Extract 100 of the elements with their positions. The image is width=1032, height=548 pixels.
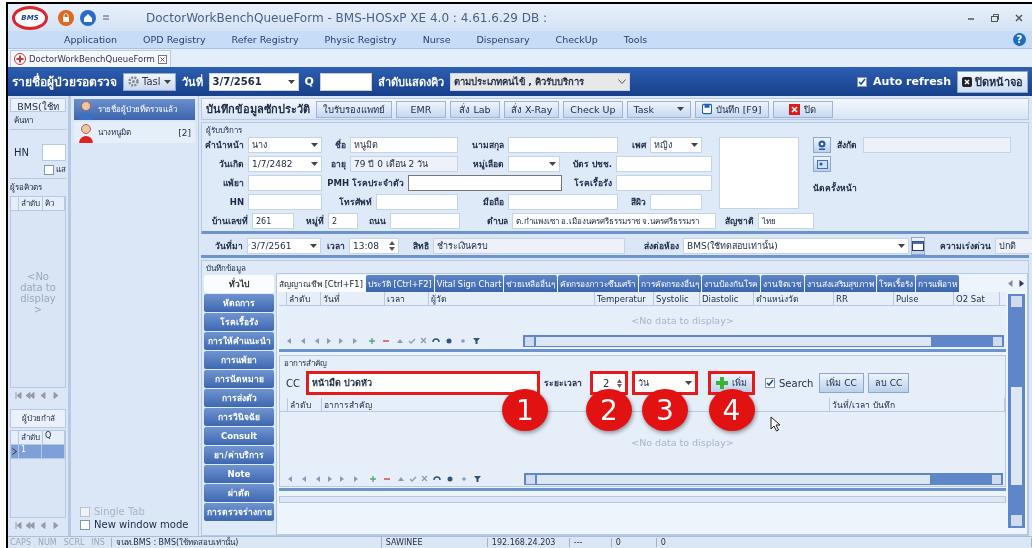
toolbar-button[interactable]: EMR <box>396 100 446 118</box>
readonly-field[interactable]: 79 ปี 0 เดือน 2 วัน <box>350 156 458 172</box>
side-tab[interactable]: การนัดหมาย <box>204 370 274 388</box>
camera-button[interactable] <box>813 137 831 153</box>
panel-title: BMS(ใช้ท <box>10 98 66 112</box>
patient-list-item[interactable]: รายชื่อผู้ป่วยที่ตรวจแล้ว <box>74 99 195 120</box>
horizontal-scrollbar[interactable] <box>524 473 1003 485</box>
menu-item[interactable]: Physic Registry <box>324 34 397 45</box>
tab[interactable]: สัญญาณชีพ [Ctrl+F1] <box>277 275 365 292</box>
readonly-field[interactable]: ปกติ <box>995 237 1032 254</box>
dropdown-field[interactable]: หญิง <box>650 137 702 153</box>
close-icon[interactable] <box>157 54 167 64</box>
tab[interactable]: โรคเรื้อรัง <box>877 275 916 292</box>
toolbar-button[interactable]: ใบรับรองแพทย์ <box>316 100 392 118</box>
close-icon[interactable] <box>1014 12 1024 23</box>
spinner-field[interactable]: 2 <box>590 371 628 395</box>
side-tab[interactable]: ทั่วไป <box>204 275 274 293</box>
side-tab[interactable]: ยา/ค่าบริการ <box>204 446 274 464</box>
horizontal-scrollbar[interactable] <box>523 335 1004 347</box>
text-field[interactable] <box>408 175 562 191</box>
dropdown-field[interactable]: นาง <box>248 137 322 153</box>
text-field[interactable]: ต.กำแพงเซา อ.เมืองนครศรีธรรมราช จ.นครศรีธรรมรา <box>512 213 716 229</box>
tab[interactable]: การแพ้อาห <box>916 275 960 292</box>
tab[interactable]: Vital Sign Chart <box>434 275 504 292</box>
text-field[interactable]: หนูมิต <box>350 137 458 153</box>
vertical-scrollbar[interactable] <box>1008 294 1025 528</box>
menu-item[interactable]: Tools <box>623 34 648 45</box>
toolbar-button[interactable]: สั่ง Lab <box>450 100 500 118</box>
side-tab[interactable]: การให้คำแนะนำ <box>204 332 274 350</box>
text-field[interactable]: ไทย <box>758 213 814 229</box>
text-field[interactable]: หน้ามืด ปวดหัว <box>306 371 540 395</box>
readonly-field[interactable]: ชำระเงินครบ <box>433 237 625 254</box>
tab[interactable]: คัดกรองภาวะซึมเศร้า <box>558 275 639 292</box>
checkbox[interactable] <box>857 76 868 87</box>
checkbox[interactable] <box>80 519 90 530</box>
document-tab[interactable]: DoctorWorkBenchQueueForm <box>10 50 171 67</box>
dropdown-field[interactable] <box>508 156 560 172</box>
restore-icon[interactable] <box>990 12 1000 23</box>
dropdown-field[interactable]: 1/7/2482 <box>248 156 322 172</box>
side-tab[interactable]: การวินิจฉัย <box>204 408 274 426</box>
menu-item[interactable]: Dispensary <box>476 34 530 45</box>
task-dropdown-button[interactable]: Task <box>626 100 691 118</box>
tab[interactable]: ประวัติ [Ctrl+F2] <box>365 275 434 292</box>
status-text: 192.168.24.203 <box>487 538 570 547</box>
gear-dropdown-button[interactable]: Tasl <box>123 72 176 91</box>
lock-icon[interactable] <box>58 9 74 26</box>
side-tab[interactable]: โรคเรื้อรัง <box>204 313 274 331</box>
dropdown-field[interactable]: ตามประเภทคนไข้ , คิวรับบริการ <box>449 72 630 91</box>
menu-item[interactable]: Nurse <box>422 34 451 45</box>
tab[interactable]: งานส่งเสริมสุขภาพ <box>805 275 877 292</box>
dropdown-field[interactable]: วัน <box>632 371 698 395</box>
checkbox[interactable] <box>44 164 54 175</box>
hn-field[interactable] <box>42 144 66 161</box>
home-icon[interactable] <box>80 9 96 26</box>
tab[interactable]: การคัดกรองอื่นๆ <box>639 275 702 292</box>
menu-item[interactable]: CheckUp <box>555 34 598 45</box>
side-tab[interactable]: การส่งตัว <box>204 389 274 407</box>
tab[interactable]: งานป้องกันโรค <box>702 275 761 292</box>
field-label: HN <box>228 197 245 207</box>
dropdown-field[interactable]: BMS(ใช้ทดสอบเท่านั้น) <box>683 237 909 254</box>
tab[interactable]: ช่วยเหลืออื่นๆ <box>504 275 558 292</box>
queue-number-field[interactable] <box>319 72 372 91</box>
add-button[interactable]: เพิ่ม <box>708 371 755 395</box>
toolbar-button[interactable]: Check Up <box>563 100 623 118</box>
readonly-field[interactable] <box>863 137 1011 153</box>
checkbox[interactable] <box>765 378 775 388</box>
menu-item[interactable]: Application <box>64 34 118 45</box>
side-tab[interactable]: การแพ้ยา <box>204 351 274 369</box>
side-tab[interactable]: หัตถการ <box>204 294 274 312</box>
quick-access-icon[interactable] <box>102 13 110 22</box>
column-header: Systolic <box>654 292 700 305</box>
text-field[interactable]: 2 <box>328 213 358 229</box>
field-label: CC <box>286 377 301 389</box>
save-button[interactable]: บันทึก [F9] <box>694 100 769 118</box>
scroll-left-icon[interactable] <box>1008 280 1013 287</box>
column-header: Pulse <box>894 292 954 305</box>
calendar-button[interactable] <box>911 236 925 255</box>
dropdown-field[interactable]: 3/7/2561 <box>247 237 321 254</box>
side-tab[interactable]: ผ่าตัด <box>204 484 274 502</box>
menu-item[interactable]: Refer Registry <box>231 34 299 45</box>
close-button[interactable]: ปิด <box>772 100 833 118</box>
toolbar-button[interactable]: สั่ง X-Ray <box>504 100 560 118</box>
date-field[interactable]: 3/7/2561 <box>208 72 299 91</box>
field-label: ส่งต่อห้อง <box>643 239 680 253</box>
add-cc-button[interactable]: เพิ่ม CC <box>819 373 864 393</box>
side-tab[interactable]: Consult <box>204 427 274 445</box>
spinner-field[interactable]: 13:08 <box>349 237 399 254</box>
id-card-button[interactable] <box>813 156 831 172</box>
help-button[interactable]: ? <box>1013 33 1026 46</box>
delete-cc-button[interactable]: ลบ CC <box>867 373 910 393</box>
text-field[interactable]: 261 <box>252 213 294 229</box>
side-tab[interactable]: การตรวจร่างกาย <box>204 503 274 521</box>
field-label: นามสกุล <box>471 139 505 152</box>
menu-item[interactable]: OPD Registry <box>143 34 206 45</box>
scroll-right-icon[interactable] <box>1019 280 1024 287</box>
horizontal-scrollbar[interactable] <box>279 496 1006 503</box>
close-screen-button[interactable]: ปิดหน้าจอ <box>957 70 1028 93</box>
side-tab[interactable]: Note <box>204 465 274 483</box>
tab[interactable]: งานจิตเวช <box>761 275 805 292</box>
patient-list-item[interactable]: นางหนูมิต [2] <box>74 122 195 143</box>
